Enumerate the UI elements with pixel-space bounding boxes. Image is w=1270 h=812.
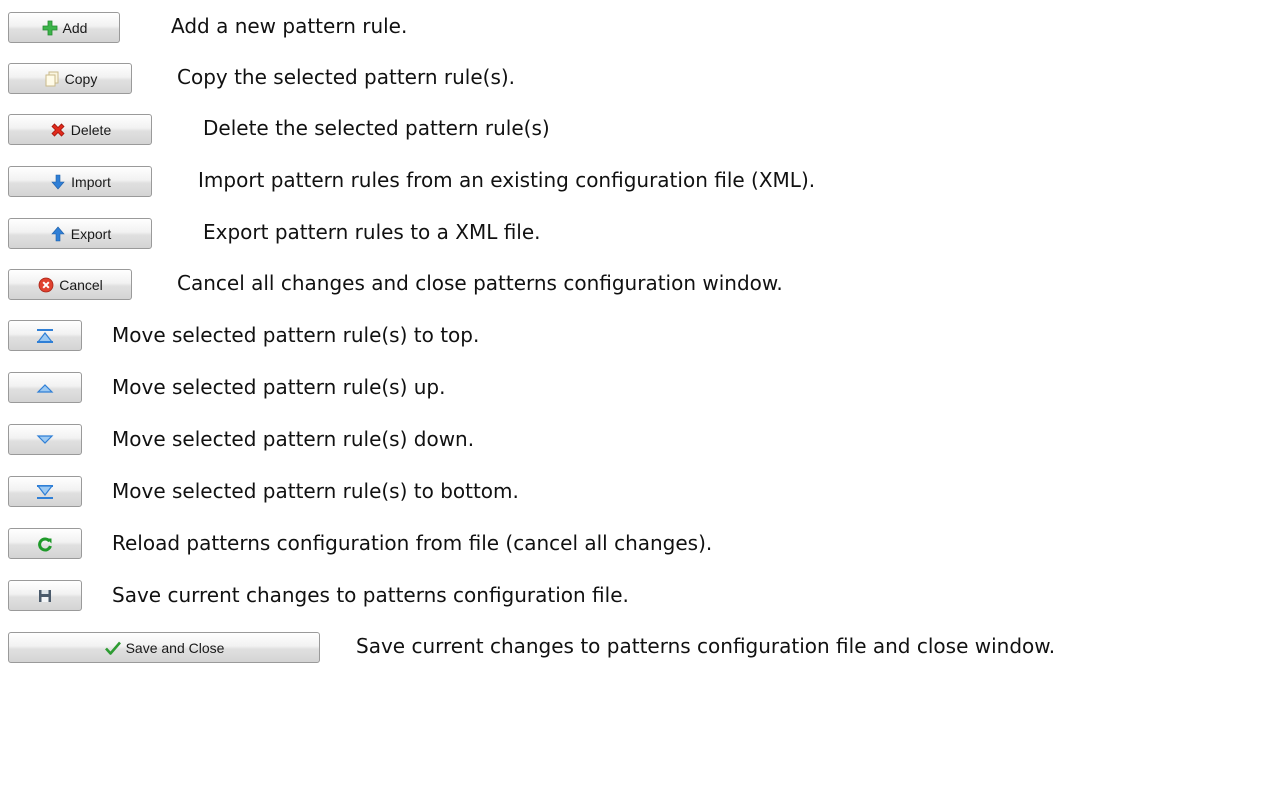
save-and-close-button[interactable]: Save and Close <box>8 632 320 663</box>
checkmark-icon <box>104 639 122 657</box>
move-bottom-description: Move selected pattern rule(s) to bottom. <box>112 479 519 503</box>
save-and-close-description: Save current changes to patterns configu… <box>356 634 1056 658</box>
red-x-icon <box>49 121 67 139</box>
plus-icon <box>41 19 59 37</box>
arrow-down-icon <box>49 173 67 191</box>
export-description: Export pattern rules to a XML file. <box>203 220 541 244</box>
move-bottom-icon <box>36 483 54 501</box>
save-button[interactable] <box>8 580 82 611</box>
import-description: Import pattern rules from an existing co… <box>198 168 816 192</box>
export-button[interactable]: Export <box>8 218 152 249</box>
copy-document-icon <box>43 70 61 88</box>
reload-description: Reload patterns configuration from file … <box>112 531 713 555</box>
move-top-button[interactable] <box>8 320 82 351</box>
cancel-description: Cancel all changes and close patterns co… <box>177 271 783 295</box>
delete-button[interactable]: Delete <box>8 114 152 145</box>
copy-button-label: Copy <box>64 70 98 87</box>
move-top-description: Move selected pattern rule(s) to top. <box>112 323 480 347</box>
import-button-label: Import <box>71 173 111 190</box>
move-up-icon <box>36 379 54 397</box>
save-disk-icon <box>36 587 54 605</box>
move-up-button[interactable] <box>8 372 82 403</box>
export-button-label: Export <box>70 225 112 242</box>
cancel-button-label: Cancel <box>59 276 103 293</box>
reload-icon <box>36 535 54 553</box>
copy-button[interactable]: Copy <box>8 63 132 94</box>
cancel-circle-icon <box>37 276 55 294</box>
move-bottom-button[interactable] <box>8 476 82 507</box>
move-top-icon <box>36 327 54 345</box>
import-button[interactable]: Import <box>8 166 152 197</box>
reload-button[interactable] <box>8 528 82 559</box>
save-and-close-button-label: Save and Close <box>125 639 225 656</box>
move-up-description: Move selected pattern rule(s) up. <box>112 375 446 399</box>
move-down-icon <box>36 431 54 449</box>
cancel-button[interactable]: Cancel <box>8 269 132 300</box>
arrow-up-icon <box>49 225 67 243</box>
copy-description: Copy the selected pattern rule(s). <box>177 65 516 89</box>
add-button-label: Add <box>62 19 88 36</box>
delete-button-label: Delete <box>70 121 112 138</box>
save-description: Save current changes to patterns configu… <box>112 583 629 607</box>
move-down-description: Move selected pattern rule(s) down. <box>112 427 475 451</box>
move-down-button[interactable] <box>8 424 82 455</box>
delete-description: Delete the selected pattern rule(s) <box>203 116 550 140</box>
add-description: Add a new pattern rule. <box>171 14 408 38</box>
add-button[interactable]: Add <box>8 12 120 43</box>
